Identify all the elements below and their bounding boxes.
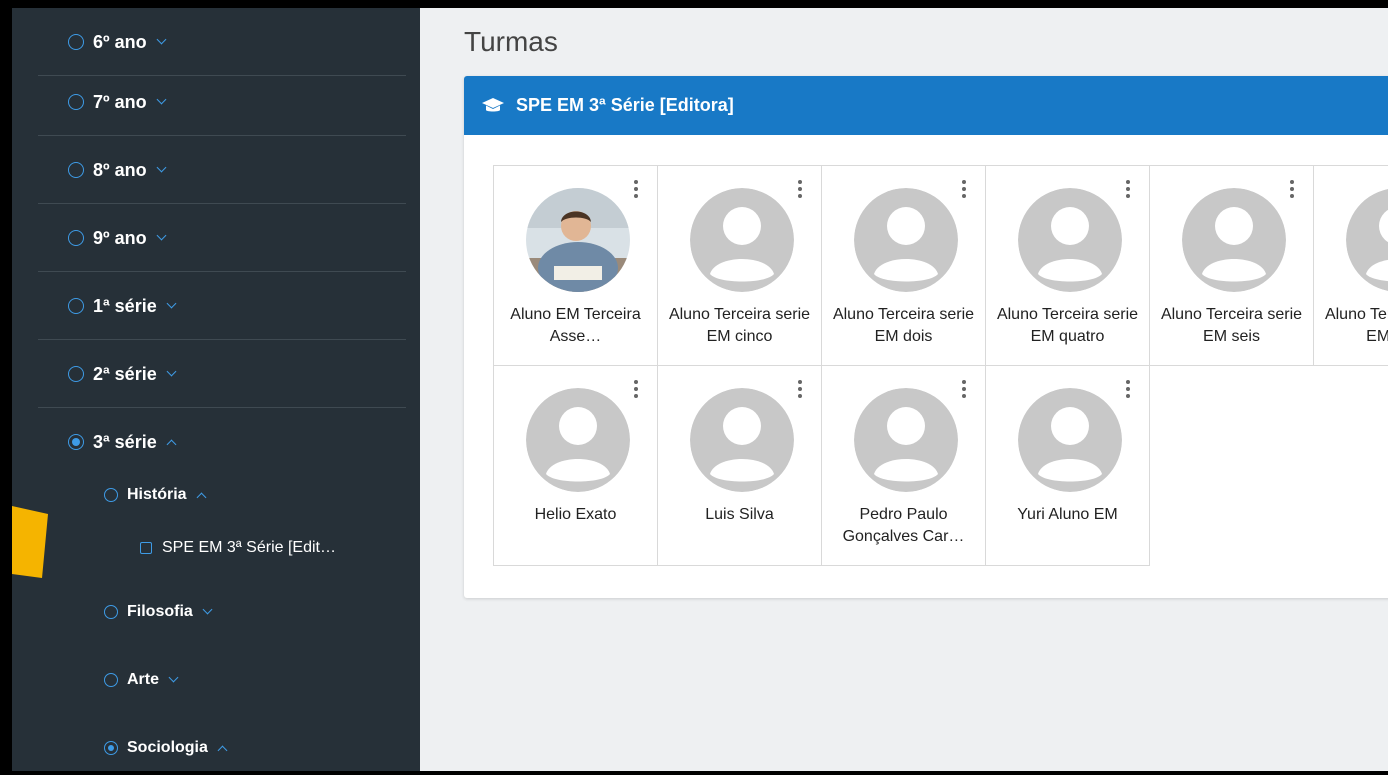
student-name: Aluno Terceira serie EM sete: [1324, 306, 1388, 345]
student-name: Aluno EM Terceira Asse…: [510, 306, 641, 345]
sidebar-item-label: 6º ano: [93, 31, 147, 52]
radio-icon: [104, 605, 118, 619]
sidebar-item-label: 8º ano: [93, 159, 147, 180]
student-name: Luis Silva: [705, 506, 774, 523]
sidebar-item-7-ano[interactable]: 7º ano: [12, 68, 420, 136]
card-header: SPE EM 3ª Série [Editora]: [464, 76, 1388, 135]
chevron-down-icon: [166, 366, 177, 377]
student-card[interactable]: Aluno Terceira serie EM dois: [821, 165, 986, 366]
user-placeholder-icon: [854, 388, 958, 492]
sidebar-item-8-ano[interactable]: 8º ano: [12, 136, 420, 204]
sidebar-subitem-filosofia[interactable]: Filosofia: [12, 592, 420, 632]
radio-icon: [68, 162, 84, 178]
kebab-menu-icon[interactable]: [633, 380, 639, 400]
kebab-menu-icon[interactable]: [1125, 180, 1131, 200]
user-placeholder-icon: [1018, 388, 1122, 492]
page-title: Turmas: [464, 26, 558, 57]
student-card[interactable]: Luis Silva: [657, 365, 822, 566]
sidebar-subitem-label: Sociologia: [127, 739, 208, 756]
student-name: Aluno Terceira serie EM cinco: [668, 306, 811, 345]
student-card[interactable]: Pedro Paulo Gonçalves Car…: [821, 365, 986, 566]
student-card[interactable]: Aluno Terceira serie EM seis: [1149, 165, 1314, 366]
radio-icon: [68, 298, 84, 314]
kebab-menu-icon[interactable]: [961, 180, 967, 200]
radio-icon: [68, 94, 84, 110]
student-card[interactable]: Helio Exato: [493, 365, 658, 566]
user-placeholder-icon: [1182, 188, 1286, 292]
pointer-arrow-icon: [12, 506, 48, 578]
student-name: Yuri Aluno EM: [1017, 506, 1118, 523]
radio-selected-icon: [104, 741, 118, 755]
sidebar-item-6-ano[interactable]: 6º ano: [12, 8, 420, 76]
user-placeholder-icon: [690, 388, 794, 492]
radio-icon: [104, 488, 118, 502]
chevron-down-icon: [156, 34, 167, 45]
sidebar-class-label: SPE EM 3ª Série [Edit…: [162, 539, 336, 556]
student-card[interactable]: Aluno EM Terceira Asse…: [493, 165, 658, 366]
sidebar-item-3-serie[interactable]: 3ª série: [12, 408, 420, 476]
checkbox-icon: [140, 542, 152, 554]
chevron-up-icon: [196, 492, 207, 502]
sidebar-item-label: 9º ano: [93, 227, 147, 248]
card-title: SPE EM 3ª Série [Editora]: [516, 95, 734, 115]
student-name: Aluno Terceira serie EM quatro: [996, 306, 1139, 345]
radio-icon: [68, 34, 84, 50]
chevron-down-icon: [156, 230, 167, 241]
student-card[interactable]: Aluno Terceira serie EM cinco: [657, 165, 822, 366]
chevron-down-icon: [202, 604, 213, 615]
sidebar-subitem-label: Arte: [127, 671, 160, 688]
chevron-up-icon: [166, 439, 177, 449]
sidebar-item-9-ano[interactable]: 9º ano: [12, 204, 420, 272]
sidebar-item-2-serie[interactable]: 2ª série: [12, 340, 420, 408]
class-card: SPE EM 3ª Série [Editora] Aluno EM Terce…: [464, 76, 1388, 598]
kebab-menu-icon[interactable]: [1125, 380, 1131, 400]
radio-selected-icon: [68, 434, 84, 450]
radio-icon: [104, 673, 118, 687]
radio-icon: [68, 230, 84, 246]
chevron-down-icon: [168, 672, 179, 683]
user-placeholder-icon: [854, 188, 958, 292]
sidebar-item-label: 7º ano: [93, 91, 147, 112]
sidebar-class-item[interactable]: SPE EM 3ª Série [Edit…: [12, 530, 420, 566]
student-name: Aluno Terceira serie EM dois: [832, 306, 975, 345]
kebab-menu-icon[interactable]: [797, 180, 803, 200]
kebab-menu-icon[interactable]: [1289, 180, 1295, 200]
sidebar-subitem-arte[interactable]: Arte: [12, 660, 420, 700]
sidebar-item-1-serie[interactable]: 1ª série: [12, 272, 420, 340]
sidebar: 6º ano 7º ano 8º ano 9º ano 1ª série 2ª …: [12, 8, 420, 771]
sidebar-item-label: 2ª série: [93, 363, 157, 384]
kebab-menu-icon[interactable]: [633, 180, 639, 200]
chevron-up-icon: [217, 745, 228, 755]
chevron-down-icon: [166, 298, 177, 309]
user-placeholder-icon: [526, 388, 630, 492]
sidebar-subitem-sociologia[interactable]: Sociologia: [12, 728, 420, 768]
avatar: [526, 188, 630, 292]
kebab-menu-icon[interactable]: [797, 380, 803, 400]
sidebar-subitem-historia[interactable]: História: [12, 475, 420, 515]
radio-icon: [68, 366, 84, 382]
kebab-menu-icon[interactable]: [961, 380, 967, 400]
chevron-down-icon: [156, 94, 167, 105]
user-placeholder-icon: [690, 188, 794, 292]
app-window: 6º ano 7º ano 8º ano 9º ano 1ª série 2ª …: [12, 8, 1388, 771]
sidebar-subitem-label: História: [127, 486, 187, 503]
student-name: Pedro Paulo Gonçalves Car…: [842, 506, 965, 545]
chevron-down-icon: [156, 162, 167, 173]
sidebar-subitem-label: Filosofia: [127, 603, 193, 620]
student-name: Helio Exato: [534, 506, 617, 523]
user-placeholder-icon: [1018, 188, 1122, 292]
sidebar-item-label: 3ª série: [93, 431, 157, 452]
sidebar-item-label: 1ª série: [93, 295, 157, 316]
user-placeholder-icon: [1346, 188, 1388, 292]
graduation-cap-icon: [482, 97, 504, 111]
student-card[interactable]: Aluno Terceira serie EM sete: [1313, 165, 1388, 366]
student-card[interactable]: Yuri Aluno EM: [985, 365, 1150, 566]
student-name: Aluno Terceira serie EM seis: [1160, 306, 1303, 345]
student-card[interactable]: Aluno Terceira serie EM quatro: [985, 165, 1150, 366]
